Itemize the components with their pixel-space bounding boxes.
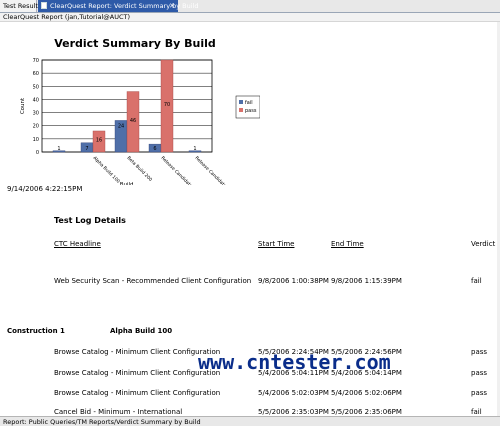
tab-label: ClearQuest Report: Verdict Summary by Bu… xyxy=(50,2,199,10)
row-end-time: 5/5/2006 2:35:06PM xyxy=(331,408,402,416)
y-tick-label: 70 xyxy=(33,58,39,64)
report-timestamp: 9/14/2006 4:22:15PM xyxy=(7,185,83,193)
row-headline: Cancel Bid - Minimum - International xyxy=(54,408,183,416)
row-start-time: 5/5/2006 2:35:03PM xyxy=(258,408,329,416)
row-start-time: 5/4/2006 5:02:03PM xyxy=(258,389,329,397)
group-build: Alpha Build 100 xyxy=(110,327,173,335)
bar-value-label: 46 xyxy=(130,118,136,124)
x-tick-label: Beta Build 200 xyxy=(126,155,154,183)
row-end-time: 9/8/2006 1:15:39PM xyxy=(331,277,402,285)
x-axis-label: Build xyxy=(120,182,134,185)
report-icon xyxy=(41,2,47,9)
bar-value-label: 1 xyxy=(193,146,196,152)
y-tick-label: 40 xyxy=(33,97,39,103)
y-tick-label: 10 xyxy=(33,137,39,143)
legend-swatch xyxy=(239,100,243,104)
watermark-text: www.cntester.com xyxy=(198,350,391,374)
bar-value-label: 6 xyxy=(153,146,156,152)
y-tick-label: 50 xyxy=(33,84,39,90)
x-tick-label: Alpha Build 100 xyxy=(92,155,121,184)
y-tick-label: 20 xyxy=(33,124,39,130)
y-tick-label: 60 xyxy=(33,71,39,77)
column-header-start-time[interactable]: Start Time xyxy=(258,240,294,248)
row-verdict: fail xyxy=(471,277,482,285)
tab-test-results[interactable]: Test Results xyxy=(0,0,41,12)
bar-value-label: 24 xyxy=(118,123,124,129)
row-headline: Browse Catalog - Minimum Client Configur… xyxy=(54,389,221,397)
close-icon[interactable]: ✕ xyxy=(169,0,175,12)
row-verdict: pass xyxy=(471,369,488,377)
row-verdict: fail xyxy=(471,408,482,416)
legend-label: pass xyxy=(245,108,257,114)
tab-label: Test Results xyxy=(3,2,42,10)
group-label: Construction 1 xyxy=(7,327,65,335)
bar-value-label: 7 xyxy=(85,146,88,152)
section-title: Test Log Details xyxy=(54,216,126,225)
x-tick-label: Release Candidate 1 xyxy=(160,155,197,185)
y-tick-label: 0 xyxy=(36,150,39,156)
legend-label: fail xyxy=(245,100,253,106)
report-subheader: ClearQuest Report (jan,Tutorial@AUCT) xyxy=(0,13,500,22)
y-tick-label: 30 xyxy=(33,111,39,117)
bar-value-label: 70 xyxy=(164,102,170,108)
row-start-time: 9/8/2006 1:00:38PM xyxy=(258,277,329,285)
bar-value-label: 1 xyxy=(57,146,60,152)
column-header-headline[interactable]: CTC Headline xyxy=(54,240,101,248)
column-header-end-time[interactable]: End Time xyxy=(331,240,364,248)
legend-swatch xyxy=(239,108,243,112)
row-headline: Browse Catalog - Minimum Client Configur… xyxy=(54,369,221,377)
status-bar: Report: Public Queries/TM Reports/Verdic… xyxy=(0,416,500,426)
row-verdict: pass xyxy=(471,348,488,356)
bar-value-label: 16 xyxy=(96,137,102,143)
column-header-verdict: Verdict xyxy=(471,240,496,248)
y-axis-label: Count xyxy=(20,97,26,114)
verdict-chart: Verdict Summary By Build 0 10 20 30 40 50 60 70 C… xyxy=(20,37,260,185)
tab-bar: Test Results ClearQuest Report: Verdict … xyxy=(0,0,500,13)
row-headline: Web Security Scan - Recommended Client C… xyxy=(54,277,252,285)
chart-title: Verdict Summary By Build xyxy=(54,37,216,50)
row-end-time: 5/4/2006 5:02:06PM xyxy=(331,389,402,397)
x-tick-label: Release Candidate 2 xyxy=(194,155,231,185)
tab-verdict-summary-report[interactable]: ClearQuest Report: Verdict Summary by Bu… xyxy=(38,0,199,12)
row-headline: Browse Catalog - Minimum Client Configur… xyxy=(54,348,221,356)
row-verdict: pass xyxy=(471,389,488,397)
